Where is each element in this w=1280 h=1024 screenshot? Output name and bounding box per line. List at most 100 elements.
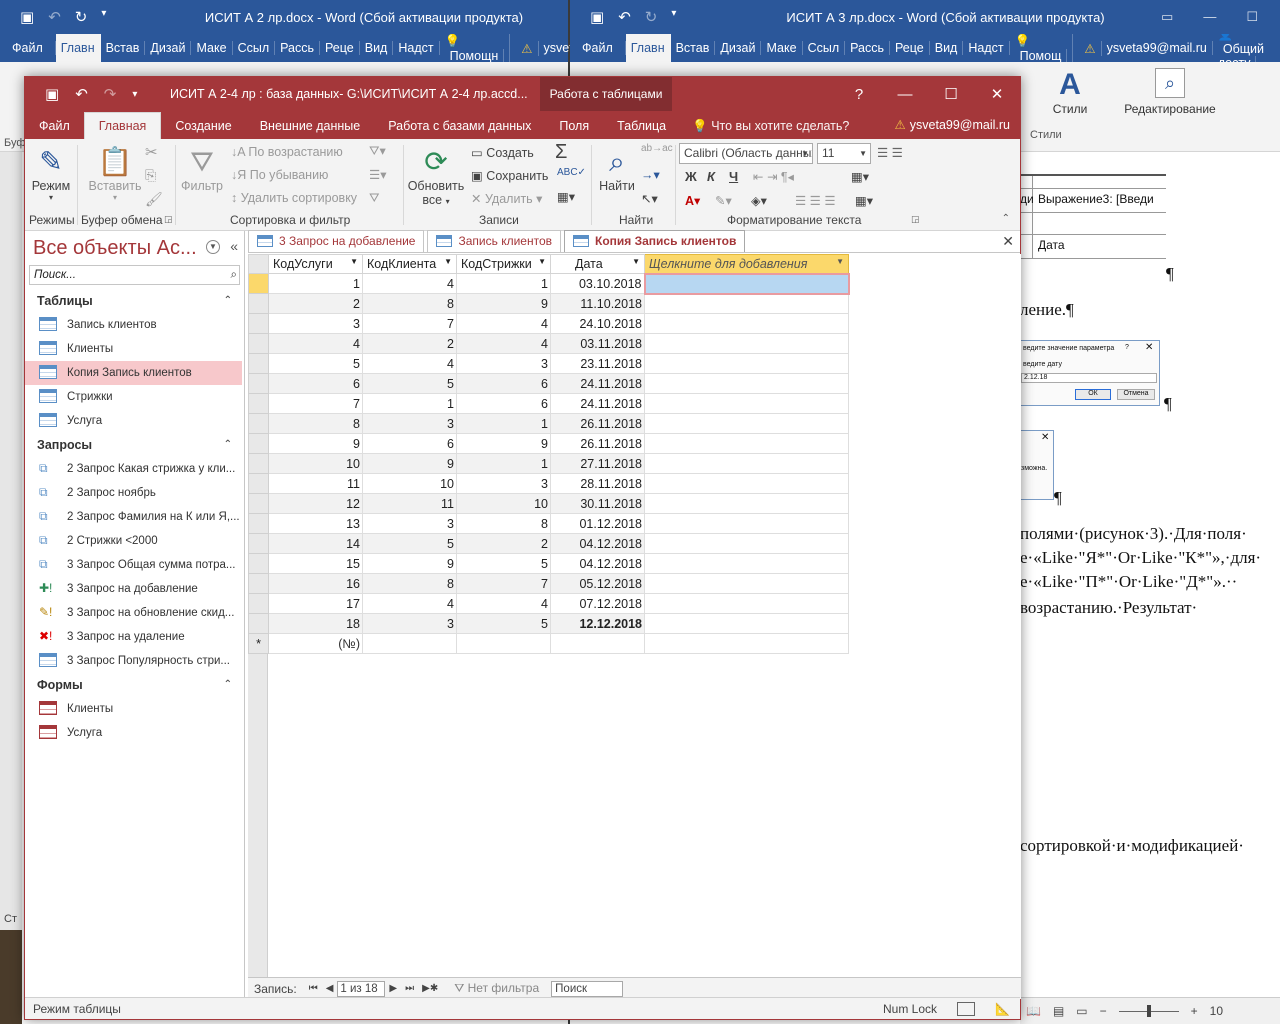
table-cell[interactable]: 11 [362,493,457,514]
delete-record-button[interactable]: ✕ Удалить ▾ [471,191,542,206]
font-color-icon[interactable]: A▾ [685,193,700,208]
refresh-all-button[interactable]: ⟳ Обновить все ▾ [407,145,465,207]
tab-design[interactable]: Дизай [145,41,192,55]
record-selector[interactable] [248,433,269,454]
record-search-input[interactable]: Поиск [551,980,624,997]
font-size-select[interactable]: 11 ▼ [817,143,871,164]
table-row[interactable]: 10 9 1 27.11.2018 [248,453,849,474]
table-cell[interactable]: 3 [456,473,551,494]
table-cell[interactable]: 5 [456,613,551,634]
add-column-cell[interactable] [644,433,849,454]
tab-file[interactable]: Файл [0,41,56,55]
table-cell[interactable]: 11 [268,473,363,494]
user-account[interactable]: ⚠ ysveta99@mail.ru [895,111,1010,139]
record-selector[interactable] [248,273,269,294]
table-cell[interactable]: 26.11.2018 [550,433,645,454]
selection-filter-icon[interactable]: ⛛▾ [369,143,386,159]
column-header[interactable]: КодКлиента ▼ [362,254,457,274]
nav-item-query[interactable]: ✎! 3 Запрос на обновление скид... [25,601,244,625]
table-cell[interactable]: 26.11.2018 [550,413,645,434]
table-cell[interactable]: 15 [268,553,363,574]
add-column-cell[interactable] [644,493,849,514]
add-column-cell[interactable] [644,513,849,534]
table-cell[interactable]: 12.12.2018 [550,613,645,634]
nav-pane-header[interactable]: Все объекты Ac... ▼ « [25,231,244,265]
gridlines-icon[interactable]: ▦▾ [851,169,869,184]
table-cell[interactable]: 1 [456,273,551,294]
last-record-icon[interactable]: ⏭ [405,983,414,994]
table-row[interactable]: 3 7 4 24.10.2018 [248,313,849,334]
table-row[interactable]: 8 3 1 26.11.2018 [248,413,849,434]
table-cell[interactable]: 2 [456,533,551,554]
table-cell[interactable]: 30.11.2018 [550,493,645,514]
first-record-icon[interactable]: ⏮ [309,983,318,994]
zoom-in-icon[interactable]: + [1191,1004,1198,1018]
dialog-launcher-icon[interactable]: ◲ [911,214,920,225]
tab-mailings[interactable]: Рассь [275,41,321,55]
tab-create[interactable]: Создание [161,113,245,139]
tab-addins[interactable]: Надст [393,41,440,55]
table-row[interactable]: 5 4 3 23.11.2018 [248,353,849,374]
underline-button[interactable]: Ч [729,169,738,184]
table-cell[interactable]: 4 [362,353,457,374]
record-selector[interactable] [248,613,269,634]
table-row[interactable]: 15 9 5 04.12.2018 [248,553,849,574]
record-selector[interactable] [248,493,269,514]
tab-database-tools[interactable]: Работа с базами данных [374,113,545,139]
tab-fields[interactable]: Поля [545,113,603,139]
zoom-slider[interactable] [1118,1004,1179,1017]
copy-icon[interactable]: ⎘ [145,167,156,184]
table-cell[interactable]: 4 [268,333,363,354]
add-column-cell[interactable] [644,633,849,654]
tab-insert[interactable]: Встав [671,41,716,55]
add-column-cell[interactable] [644,613,849,634]
tab-mailings[interactable]: Рассь [845,41,891,55]
chevron-down-icon[interactable]: ▼ [538,257,546,266]
table-cell[interactable]: 28.11.2018 [550,473,645,494]
indent-icon[interactable]: ⇤ ⇥ ¶◂ [753,169,794,184]
tab-file[interactable]: Файл [570,41,626,55]
table-cell[interactable]: 7 [456,573,551,594]
zoom-out-icon[interactable]: − [1100,1004,1107,1018]
table-cell[interactable]: 4 [362,593,457,614]
tab-addins[interactable]: Надст [963,41,1010,55]
nav-item-query[interactable]: ⧉ 2 Стрижки <2000 [25,529,244,553]
record-selector[interactable] [248,453,269,474]
table-cell[interactable]: 13 [268,513,363,534]
record-selector[interactable] [248,593,269,614]
autonumber-placeholder[interactable]: (№) [268,633,363,654]
bullets-icon[interactable]: ☰ ☰ [877,145,903,160]
table-cell[interactable]: 8 [456,513,551,534]
tab-design[interactable]: Дизай [715,41,762,55]
next-record-icon[interactable]: ▶ [389,983,397,994]
collapse-pane-icon[interactable]: « [230,238,238,254]
table-cell[interactable]: 3 [362,413,457,434]
nav-item-table-selected[interactable]: Копия Запись клиентов [25,361,242,385]
add-column-cell[interactable] [644,553,849,574]
table-row[interactable]: 17 4 4 07.12.2018 [248,593,849,614]
collapse-ribbon-icon[interactable]: ⌃ [1002,213,1010,224]
print-layout-icon[interactable]: ▤ [1053,1004,1064,1018]
user-account[interactable]: ysveta99@mail.ru [1102,41,1213,55]
add-column-cell[interactable] [644,313,849,334]
table-cell[interactable]: 5 [362,373,457,394]
doc-tab-client-records[interactable]: Запись клиентов [427,230,561,252]
table-cell[interactable]: 2 [362,333,457,354]
doc-tab-append-query[interactable]: 3 Запрос на добавление [248,230,425,252]
save-icon[interactable]: ▣ [45,85,59,103]
add-column-cell[interactable] [644,333,849,354]
table-cell[interactable]: 9 [456,293,551,314]
record-selector[interactable] [248,393,269,414]
web-layout-icon[interactable]: ▭ [1076,1004,1087,1018]
tab-layout[interactable]: Маке [191,41,233,55]
nav-section-queries[interactable]: Запросы ⌃ [25,433,244,457]
table-cell[interactable]: 9 [362,453,457,474]
table-cell[interactable]: 16 [268,573,363,594]
bold-button[interactable]: Ж [685,169,697,184]
nav-item-query[interactable]: ⧉ 3 Запрос Общая сумма потра... [25,553,244,577]
table-row[interactable]: 14 5 2 04.12.2018 [248,533,849,554]
nav-item-table[interactable]: Стрижки [25,385,244,409]
undo-icon[interactable]: ↶ [75,85,88,103]
table-cell[interactable]: 11.10.2018 [550,293,645,314]
table-cell[interactable]: 3 [362,513,457,534]
